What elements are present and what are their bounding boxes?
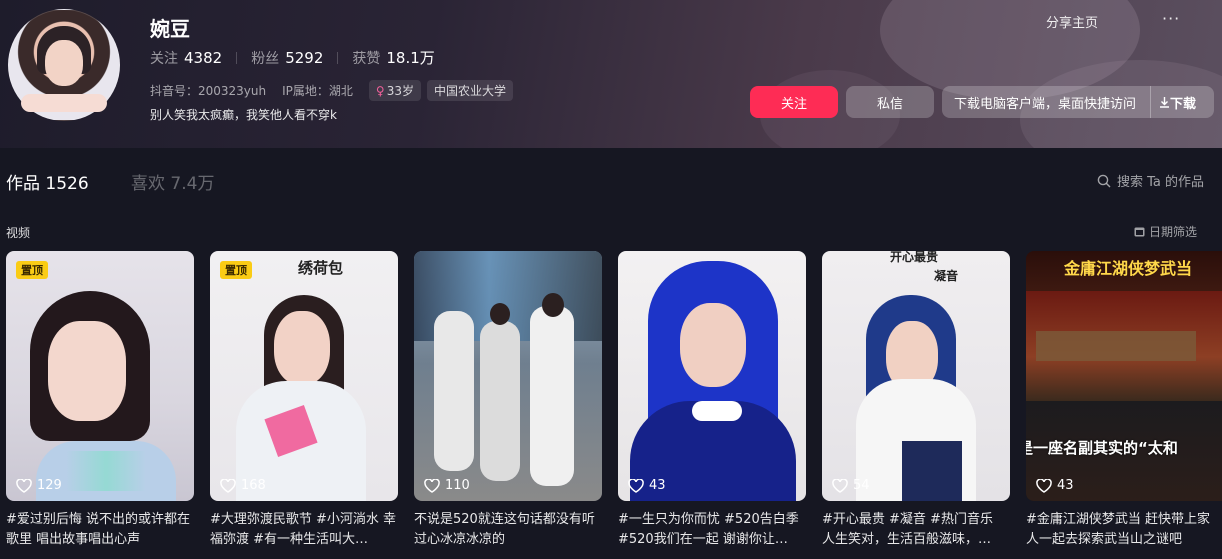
profile-meta: 抖音号：200323yuh IP属地：湖北 ♀ 33岁 中国农业大学	[150, 80, 519, 101]
video-thumbnail[interactable]: 110	[414, 251, 602, 501]
video-caption[interactable]: #开心最贵 #凝音 #热门音乐 人生笑对，生活百般滋味，…	[822, 510, 1010, 550]
school-tag: 中国农业大学	[426, 80, 513, 101]
video-overlay-text: 是一座名副其实的“太和	[1026, 439, 1178, 457]
followers-label[interactable]: 粉丝	[251, 48, 279, 68]
like-count: 54	[832, 478, 870, 493]
female-icon: ♀	[375, 84, 385, 98]
heart-icon	[16, 478, 32, 493]
download-client-button[interactable]: 下载电脑客户端，桌面快捷访问 下载	[942, 86, 1214, 118]
like-count: 129	[16, 478, 62, 493]
video-caption[interactable]: #大理弥渡民歌节 #小河淌水 幸福弥渡 #有一种生活叫大…	[210, 510, 398, 550]
pinned-badge: 置顶	[220, 261, 252, 279]
download-icon	[1160, 97, 1169, 108]
following-label[interactable]: 关注	[150, 48, 178, 68]
search-icon	[1097, 174, 1111, 187]
search-works-button[interactable]: 搜索 Ta 的作品	[1097, 171, 1204, 190]
likes-received-count: 18.1万	[386, 49, 435, 67]
message-button[interactable]: 私信	[846, 86, 934, 118]
like-count: 168	[220, 478, 266, 493]
video-card[interactable]: 43 #一生只为你而忧 #520告白季 #520我们在一起 谢谢你让…	[618, 251, 806, 550]
video-overlay-text: 绣荷包	[298, 259, 344, 277]
following-count[interactable]: 4382	[184, 49, 222, 67]
download-button[interactable]: 下载	[1151, 93, 1196, 112]
video-thumbnail[interactable]: 金庸江湖侠梦武当 是一座名副其实的“太和 43	[1026, 251, 1222, 501]
heart-icon	[424, 478, 440, 493]
avatar[interactable]	[8, 9, 120, 121]
video-caption[interactable]: #爱过别后悔 说不出的或许都在歌里 唱出故事唱出心声	[6, 510, 194, 550]
video-card[interactable]: 绣荷包 置顶 168 #大理弥渡民歌节 #小河淌水 幸福弥渡 #有一种生活叫大…	[210, 251, 398, 550]
video-card[interactable]: 置顶 129 #爱过别后悔 说不出的或许都在歌里 唱出故事唱出心声	[6, 251, 194, 550]
section-title: 视频	[6, 226, 31, 240]
date-filter-button[interactable]: 日期筛选	[1134, 223, 1197, 240]
age-tag: ♀ 33岁	[368, 80, 421, 101]
like-count: 43	[1036, 478, 1074, 493]
video-thumbnail[interactable]: 开心最贵 凝音 54	[822, 251, 1010, 501]
douyin-id: 抖音号：200323yuh	[150, 84, 267, 98]
calendar-icon	[1134, 227, 1145, 237]
download-client-label: 下载电脑客户端，桌面快捷访问	[954, 96, 1137, 112]
more-options-icon[interactable]: ···	[1162, 9, 1180, 28]
video-caption[interactable]: 不说是520就连这句话都没有听过心冰凉冰凉的	[414, 510, 602, 550]
ip-location: IP属地：湖北	[282, 84, 353, 98]
content-tabs: 作品 1526 喜欢 7.4万 搜索 Ta 的作品	[0, 148, 1222, 210]
heart-icon	[628, 478, 644, 493]
follow-button[interactable]: 关注	[750, 86, 838, 118]
likes-received-label: 获赞	[352, 50, 381, 67]
video-thumbnail[interactable]: 置顶 129	[6, 251, 194, 501]
video-thumbnail[interactable]: 绣荷包 置顶 168	[210, 251, 398, 501]
heart-icon	[832, 478, 848, 493]
tab-works[interactable]: 作品 1526	[6, 169, 89, 194]
followers-count[interactable]: 5292	[285, 49, 323, 67]
profile-bio: 别人笑我太疯癫，我笑他人看不穿k	[150, 108, 337, 122]
video-card[interactable]: 金庸江湖侠梦武当 是一座名副其实的“太和 43 #金庸江湖侠梦武当 赶快带上家人…	[1026, 251, 1222, 550]
like-count: 110	[424, 478, 470, 493]
profile-stats: 关注 4382 粉丝 5292 获赞 18.1万	[150, 47, 435, 68]
like-count: 43	[628, 478, 666, 493]
profile-name: 婉豆	[150, 17, 190, 41]
profile-header: 婉豆 关注 4382 粉丝 5292 获赞 18.1万 抖音号：200323yu…	[0, 0, 1222, 148]
video-caption[interactable]: #一生只为你而忧 #520告白季 #520我们在一起 谢谢你让…	[618, 510, 806, 550]
video-overlay-top-text: 开心最贵	[890, 251, 939, 264]
video-card[interactable]: 110 不说是520就连这句话都没有听过心冰凉冰凉的	[414, 251, 602, 550]
tab-likes[interactable]: 喜欢 7.4万	[131, 169, 214, 194]
heart-icon	[220, 478, 236, 493]
video-caption[interactable]: #金庸江湖侠梦武当 赶快带上家人一起去探索武当山之谜吧	[1026, 510, 1222, 550]
video-thumbnail[interactable]: 43	[618, 251, 806, 501]
video-overlay-top-text: 金庸江湖侠梦武当	[1064, 259, 1193, 278]
share-profile-button[interactable]: 分享主页	[1046, 12, 1098, 31]
video-card[interactable]: 开心最贵 凝音 54 #开心最贵 #凝音 #热门音乐 人生笑对，生活百般滋味，…	[822, 251, 1010, 550]
video-overlay-text: 凝音	[934, 269, 959, 283]
pinned-badge: 置顶	[16, 261, 48, 279]
heart-icon	[1036, 478, 1052, 493]
